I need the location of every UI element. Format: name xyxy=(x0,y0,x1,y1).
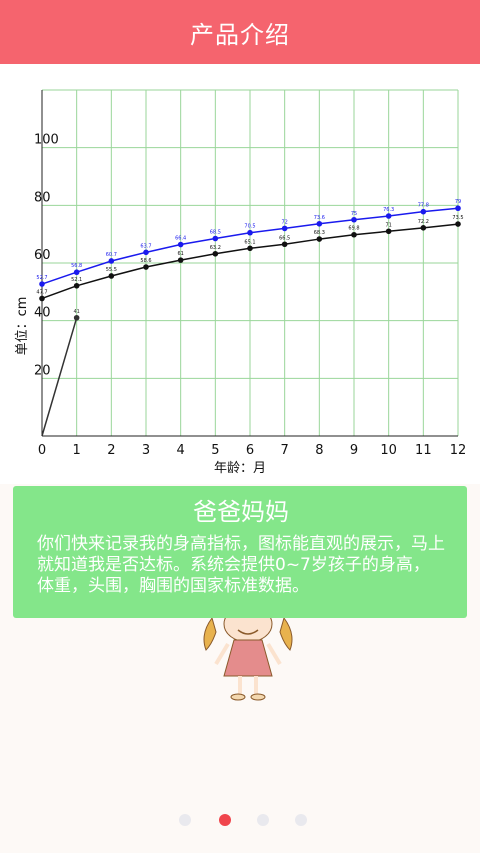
data-label: 66.5 xyxy=(279,235,290,241)
girl-illustration xyxy=(198,605,298,706)
data-label: 63.7 xyxy=(140,243,151,249)
data-point xyxy=(455,205,461,212)
data-label: 75 xyxy=(351,211,357,217)
y-tick-label: 20 xyxy=(34,363,51,378)
data-point xyxy=(455,221,461,227)
data-point xyxy=(73,269,80,276)
data-point xyxy=(143,264,149,270)
data-point xyxy=(385,213,392,219)
x-tick-label: 11 xyxy=(415,443,432,458)
data-point xyxy=(212,235,219,242)
data-point xyxy=(351,231,357,238)
y-tick-label: 80 xyxy=(34,190,51,205)
data-point xyxy=(108,258,115,264)
x-tick-label: 3 xyxy=(142,443,150,458)
x-tick-label: 7 xyxy=(281,443,289,458)
data-label: 52.1 xyxy=(71,277,82,283)
data-label: 56.8 xyxy=(71,263,82,269)
x-tick-label: 2 xyxy=(107,443,115,458)
data-point xyxy=(73,282,80,289)
card-description: 你们快来记录我的身高指标，图标能直观的展示，马上就知道我是否达标。系统会提供0~… xyxy=(37,534,445,596)
page-dot-3[interactable] xyxy=(257,814,269,826)
data-point xyxy=(316,220,323,227)
page-title: 产品介绍 xyxy=(190,20,290,49)
data-label: 71 xyxy=(385,222,391,228)
data-label: 70.5 xyxy=(244,224,255,230)
data-point xyxy=(281,225,288,232)
data-point xyxy=(351,216,357,223)
data-point xyxy=(73,314,80,321)
data-label: 66.4 xyxy=(175,236,186,242)
x-tick-label: 12 xyxy=(450,443,467,458)
data-point xyxy=(247,245,253,252)
data-point xyxy=(39,295,45,302)
data-point xyxy=(177,257,184,263)
data-label: 73.6 xyxy=(314,215,325,221)
data-label: 65.1 xyxy=(244,239,255,245)
x-tick-label: 1 xyxy=(73,443,81,458)
data-label: 76.3 xyxy=(383,207,394,213)
data-label: 77.8 xyxy=(418,203,429,209)
data-point xyxy=(420,208,427,215)
growth-chart-panel: 20 40 60 80 100 0 1 2 3 4 5 6 7 8 9 10 11 12 年龄：月 单位：cm 52.7… xyxy=(0,64,480,484)
y-tick-label: 100 xyxy=(34,133,59,148)
app-header: 产品介绍 xyxy=(0,0,480,64)
page-dot-2[interactable] xyxy=(219,814,231,826)
data-label: 61 xyxy=(177,251,183,257)
data-label: 79 xyxy=(455,199,461,205)
data-label: 72 xyxy=(281,219,287,225)
x-tick-label: 5 xyxy=(211,443,219,458)
data-point xyxy=(420,225,427,231)
data-label: 63.2 xyxy=(210,245,221,251)
x-tick-label: 0 xyxy=(38,443,46,458)
data-label: 68.3 xyxy=(314,230,325,236)
growth-chart: 204060801000 1 2 3 4 5 6 7 8 9 10 11 12年龄：月单位：cm52.7… xyxy=(15,89,467,476)
data-label: 55.5 xyxy=(106,267,117,273)
data-label: 41 xyxy=(73,309,79,315)
data-point xyxy=(212,250,219,257)
y-tick-label: 60 xyxy=(34,248,51,263)
y-axis-label: 单位：cm xyxy=(15,297,30,356)
x-tick-label: 8 xyxy=(315,443,323,458)
data-label: 58.6 xyxy=(140,258,151,264)
data-label: 73.5 xyxy=(452,215,463,221)
data-label: 47.7 xyxy=(36,289,47,295)
data-point xyxy=(281,241,288,248)
data-point xyxy=(39,281,45,287)
data-point xyxy=(316,236,323,242)
card-title: 爸爸妈妈 xyxy=(193,498,289,526)
x-tick-label: 10 xyxy=(380,443,397,458)
data-label: 60.7 xyxy=(106,252,117,258)
x-tick-label: 9 xyxy=(350,443,358,458)
page-indicator xyxy=(0,812,480,828)
data-label: 52.7 xyxy=(36,275,47,281)
page-dot-4[interactable] xyxy=(295,814,307,826)
data-point xyxy=(385,228,392,235)
data-point xyxy=(177,241,184,248)
intro-card: 爸爸妈妈 你们快来记录我的身高指标，图标能直观的展示，马上就知道我是否达标。系统… xyxy=(13,486,467,618)
data-label: 72.2 xyxy=(418,219,429,225)
page-dot-1[interactable] xyxy=(179,814,191,826)
x-axis-label: 年龄：月 xyxy=(214,461,266,476)
x-tick-label: 6 xyxy=(246,443,254,458)
data-label: 68.5 xyxy=(210,229,221,235)
data-label: 69.8 xyxy=(348,226,359,232)
x-tick-label: 4 xyxy=(177,443,185,458)
data-point xyxy=(108,273,115,279)
y-tick-label: 40 xyxy=(34,306,51,321)
data-point xyxy=(247,229,253,236)
data-point xyxy=(143,249,149,256)
